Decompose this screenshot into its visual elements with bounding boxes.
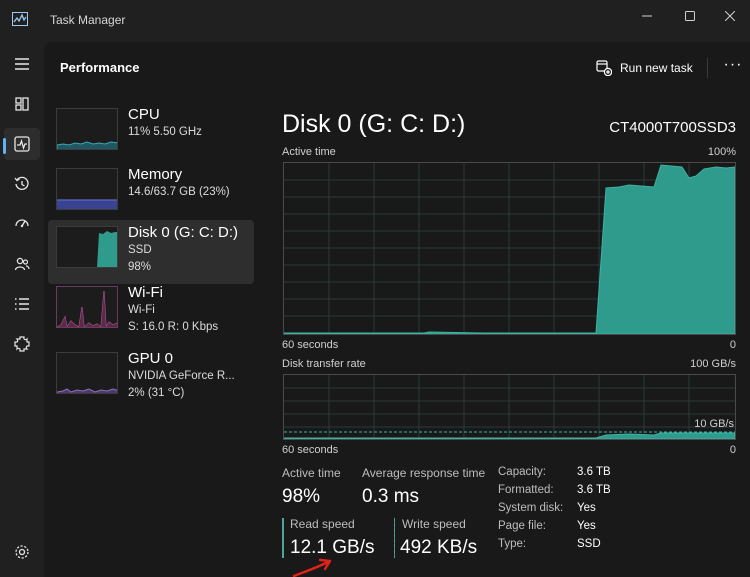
active-time-stat-label: Active time (282, 466, 341, 480)
read-speed-indicator (282, 518, 284, 558)
system-disk-value: Yes (577, 502, 596, 514)
services-icon (14, 336, 30, 352)
write-speed-indicator (394, 518, 395, 558)
device-name: GPU 0 (128, 350, 174, 367)
page-file-label: Page file: (498, 520, 546, 532)
close-button[interactable] (712, 4, 748, 28)
nav-services[interactable] (4, 328, 40, 360)
formatted-label: Formatted: (498, 484, 554, 496)
device-detail: NVIDIA GeForce R... (128, 370, 235, 382)
run-task-icon (596, 60, 612, 76)
app-title: Task Manager (50, 13, 126, 27)
run-new-task-label: Run new task (620, 61, 693, 75)
left-navigation (0, 42, 44, 577)
capacity-value: 3.6 TB (577, 466, 611, 478)
page-file-value: Yes (577, 520, 596, 532)
main-panel: Performance Run new task ··· CPU 11% 5.5… (44, 42, 750, 577)
title-bar: Task Manager (0, 0, 750, 42)
minimize-button[interactable] (629, 4, 665, 28)
close-icon (724, 10, 736, 22)
active-time-window-label: 60 seconds (282, 339, 339, 351)
type-label: Type: (498, 538, 527, 550)
device-usage: S: 16.0 R: 0 Kbps (128, 321, 219, 333)
details-icon (15, 298, 29, 310)
nav-users[interactable] (4, 248, 40, 280)
nav-app-history[interactable] (4, 168, 40, 200)
write-speed-label: Write speed (402, 517, 466, 531)
hamburger-menu-icon (15, 58, 29, 70)
disk-title: Disk 0 (G: C: D:) (282, 110, 466, 138)
memory-thumbnail-graph (56, 168, 118, 210)
device-item-gpu-0[interactable]: GPU 0 NVIDIA GeForce R... 2% (31 °C) (48, 346, 254, 410)
active-time-stat-value: 98% (282, 486, 321, 507)
read-speed-label: Read speed (290, 517, 355, 531)
device-item-memory[interactable]: Memory 14.6/63.7 GB (23%) (48, 162, 254, 226)
transfer-rate-graph-label: Disk transfer rate (282, 358, 366, 370)
device-detail: 14.6/63.7 GB (23%) (128, 186, 230, 198)
nav-details[interactable] (4, 288, 40, 320)
active-time-min-label: 0 (729, 339, 736, 351)
toolbar-divider (707, 58, 708, 78)
users-icon (14, 257, 30, 271)
type-value: SSD (577, 538, 601, 550)
gpu-thumbnail-graph (56, 352, 118, 394)
nav-startup-apps[interactable] (4, 208, 40, 240)
task-manager-icon (12, 12, 28, 26)
device-usage: 98% (128, 261, 152, 273)
device-name: Memory (128, 166, 183, 183)
transfer-rate-graph (283, 374, 736, 440)
nav-menu-button[interactable] (4, 48, 40, 80)
active-time-graph-label: Active time (282, 146, 336, 158)
startup-apps-icon (15, 219, 29, 228)
red-arrow-annotation (292, 558, 332, 577)
transfer-rate-max-label: 100 GB/s (690, 358, 736, 370)
device-detail: Wi-Fi (128, 304, 155, 316)
transfer-rate-window-label: 60 seconds (282, 444, 339, 456)
active-time-max-label: 100% (707, 146, 736, 158)
settings-icon (15, 545, 29, 559)
device-name: Disk 0 (G: C: D:) (128, 224, 239, 241)
transfer-rate-mid-label: 10 GB/s (694, 418, 734, 430)
device-item-cpu[interactable]: CPU 11% 5.50 GHz (48, 102, 254, 166)
page-title: Performance (60, 60, 140, 75)
cpu-thumbnail-graph (56, 108, 118, 150)
formatted-value: 3.6 TB (577, 484, 611, 496)
minimize-icon (642, 15, 652, 17)
app-history-icon (14, 176, 29, 190)
maximize-button[interactable] (672, 4, 708, 28)
device-name: Wi-Fi (128, 284, 163, 301)
device-item-wifi[interactable]: Wi-Fi Wi-Fi S: 16.0 R: 0 Kbps (48, 280, 254, 344)
run-new-task-button[interactable]: Run new task (596, 56, 693, 80)
device-usage: 2% (31 °C) (128, 387, 185, 399)
disk-thumbnail-graph (56, 226, 118, 268)
write-speed-value: 492 KB/s (400, 537, 478, 558)
device-name: CPU (128, 106, 160, 123)
maximize-icon (685, 11, 695, 21)
system-disk-label: System disk: (498, 502, 564, 514)
processes-icon (15, 97, 29, 111)
device-detail: 11% 5.50 GHz (128, 126, 202, 138)
active-time-graph (283, 162, 736, 335)
avg-response-value: 0.3 ms (362, 486, 420, 507)
nav-active-indicator (3, 138, 6, 154)
more-options-button[interactable]: ··· (720, 54, 746, 80)
device-item-disk-0[interactable]: Disk 0 (G: C: D:) SSD 98% (48, 220, 254, 284)
performance-icon (14, 136, 30, 152)
transfer-rate-min-label: 0 (729, 444, 736, 456)
nav-performance[interactable] (4, 128, 40, 160)
disk-model: CT4000T700SSD3 (609, 119, 736, 136)
nav-processes[interactable] (4, 88, 40, 120)
nav-settings[interactable] (4, 536, 40, 568)
capacity-label: Capacity: (498, 466, 546, 478)
device-detail: SSD (128, 244, 152, 256)
wifi-thumbnail-graph (56, 286, 118, 328)
avg-response-label: Average response time (362, 466, 486, 480)
